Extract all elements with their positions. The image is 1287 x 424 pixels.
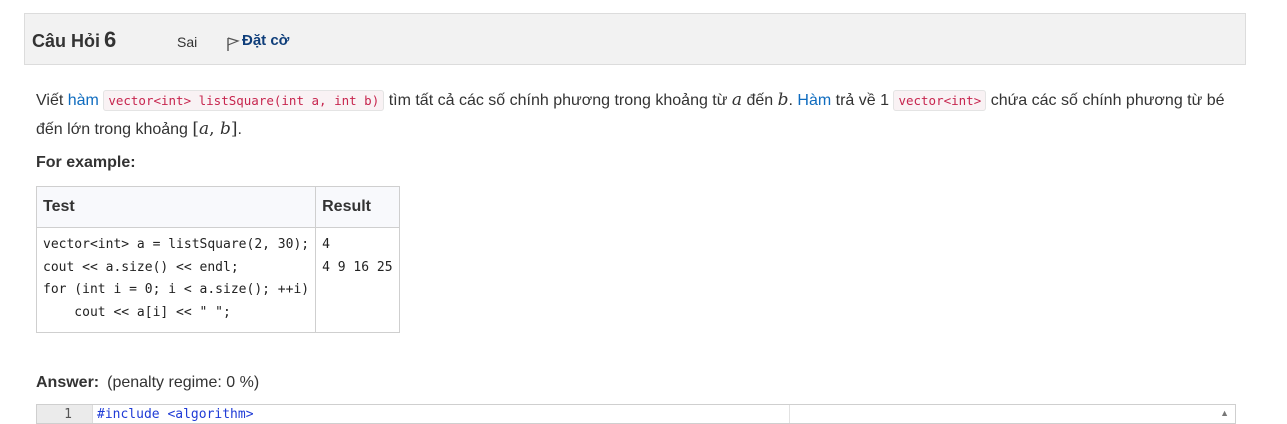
example-table: Test Result vector<int> a = listSquare(2… — [35, 186, 400, 333]
interval-b: b — [219, 119, 231, 139]
interval-a: a — [199, 119, 210, 139]
question-header: Câu Hỏi 6 Sai Đặt cờ — [24, 13, 1246, 65]
question-state: Sai — [177, 34, 198, 50]
question-title: Câu Hỏi 6 — [32, 27, 116, 53]
text-segment: Viết — [36, 92, 68, 109]
column-header-result: Result — [315, 186, 400, 228]
text-segment: tìm tất cả các số chính phương trong kho… — [384, 92, 732, 109]
flag-label: Đặt cờ — [242, 32, 290, 49]
flag-question-button[interactable]: Đặt cờ — [226, 32, 289, 52]
table-row: vector<int> a = listSquare(2, 30); cout … — [35, 227, 400, 333]
scroll-up-icon[interactable]: ▲ — [1220, 408, 1229, 418]
answer-label: Answer: — [36, 374, 100, 391]
keyword-link[interactable]: Hàm — [797, 92, 831, 109]
penalty-regime: (penalty regime: 0 %) — [107, 374, 260, 391]
inline-code-vector: vector<int> — [893, 90, 987, 111]
test-code: vector<int> a = listSquare(2, 30); cout … — [43, 237, 310, 320]
text-segment: đến — [742, 92, 778, 109]
question-number: 6 — [104, 27, 117, 52]
code-editor[interactable]: 1 #include <algorithm> ▲ — [36, 404, 1236, 424]
result-output: 4 4 9 16 25 — [322, 237, 393, 275]
inline-code-signature: vector<int> listSquare(int a, int b) — [103, 90, 385, 111]
column-header-test: Test — [35, 186, 317, 228]
example-heading: For example: — [36, 154, 136, 171]
math-var-b: b — [777, 90, 789, 110]
print-margin — [789, 405, 790, 423]
table-header-row: Test Result — [35, 186, 400, 228]
question-title-prefix: Câu Hỏi — [32, 31, 101, 51]
math-var-a: a — [731, 90, 743, 110]
keyword-link[interactable]: hàm — [68, 92, 99, 109]
answer-label-row: Answer: (penalty regime: 0 %) — [36, 374, 259, 392]
interval-comma: , — [209, 119, 220, 139]
text-segment: . — [237, 121, 242, 138]
interval-close: ] — [230, 119, 238, 139]
test-cell: vector<int> a = listSquare(2, 30); cout … — [35, 227, 317, 333]
editor-gutter: 1 — [37, 405, 93, 423]
flag-outline-icon — [227, 37, 240, 51]
question-text: Viết hàm vector<int> listSquare(int a, i… — [36, 86, 1226, 144]
result-cell: 4 4 9 16 25 — [315, 227, 400, 333]
text-segment: trả về 1 — [831, 92, 894, 109]
